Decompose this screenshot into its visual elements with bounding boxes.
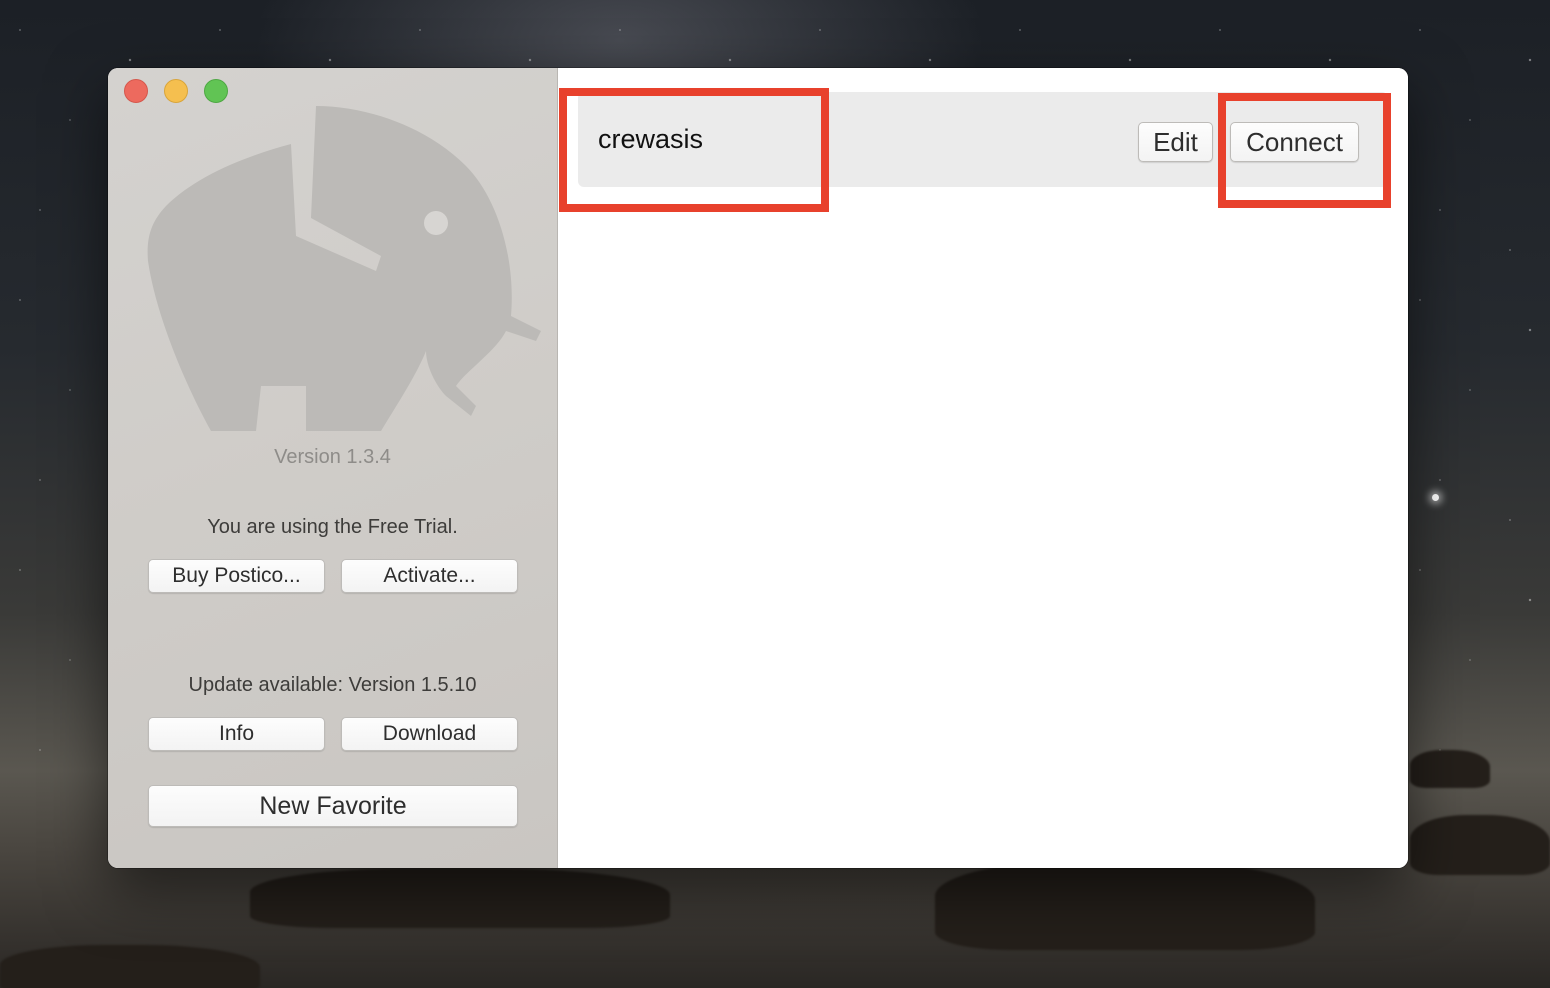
rock [1410, 750, 1490, 788]
favorite-name: crewasis [598, 124, 704, 154]
rock [1410, 815, 1550, 875]
update-available-text: Update available: Version 1.5.10 [188, 674, 477, 696]
edit-button[interactable]: Edit [1138, 122, 1213, 162]
new-favorite-button[interactable]: New Favorite [148, 785, 518, 827]
welcome-sidebar: Version 1.3.4 You are using the Free Tri… [108, 68, 558, 868]
postico-window: Version 1.3.4 You are using the Free Tri… [108, 68, 1408, 868]
favorites-panel: crewasis Edit Connect [558, 68, 1408, 868]
trial-status-text: You are using the Free Trial. [207, 516, 458, 538]
download-button[interactable]: Download [341, 717, 518, 751]
elephant-logo [147, 106, 541, 431]
info-button[interactable]: Info [148, 717, 325, 751]
buy-postico-button[interactable]: Buy Postico... [148, 559, 325, 593]
connect-button[interactable]: Connect [1230, 122, 1359, 162]
rock [935, 860, 1315, 950]
activate-button[interactable]: Activate... [341, 559, 518, 593]
favorite-row[interactable]: crewasis Edit Connect [578, 92, 1388, 187]
version-label: Version 1.3.4 [274, 446, 391, 468]
bright-star [1432, 494, 1439, 501]
rock [250, 868, 670, 928]
rock [0, 945, 260, 988]
